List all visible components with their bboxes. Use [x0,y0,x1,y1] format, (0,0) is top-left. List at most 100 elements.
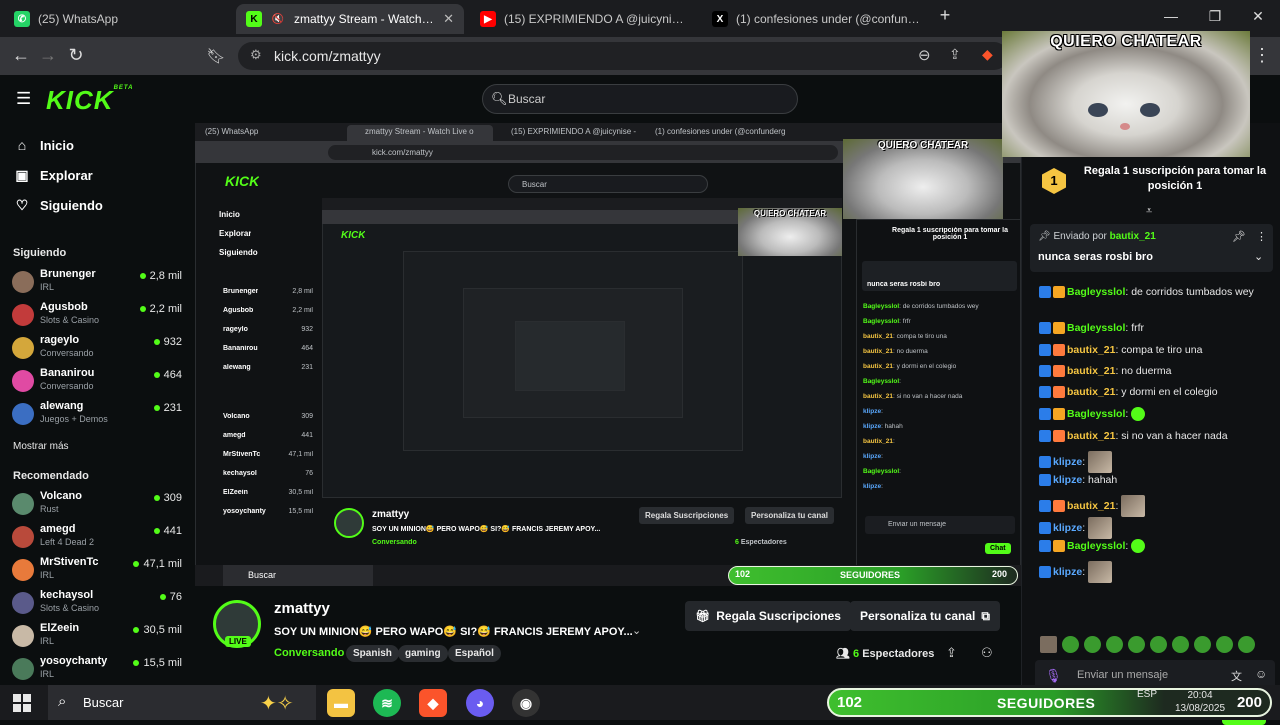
chat-message[interactable]: bautix_21: [1039,495,1275,517]
address-bar[interactable]: ⚙︎ kick.com/zmattyy ⊖ ⇪ ◆ [238,42,1008,70]
chevron-down-icon[interactable]: ⩡ [1146,205,1152,218]
chat-username[interactable]: klipze [1053,566,1082,578]
emote-icon[interactable] [1040,636,1057,653]
microphone-icon[interactable]: 🎙︎ [1045,668,1062,684]
collapse-chevron-icon[interactable]: ⌄ [1254,250,1263,263]
unpin-icon[interactable]: 📌︎ [1232,230,1246,243]
forward-arrow-icon[interactable]: → [36,45,60,66]
gift-subs-button[interactable]: 🎁︎ Regala Suscripciones [685,601,851,631]
emote-icon[interactable] [1062,636,1079,653]
recommended-channel[interactable]: kechaysol Slots & Casino 76 [12,588,182,618]
following-channel[interactable]: Bananirou Conversando 464 [12,366,182,396]
share-icon[interactable]: ⇪ [946,645,957,661]
site-info-icon[interactable]: ⚙︎ [250,47,262,63]
chat-username[interactable]: bautix_21 [1067,365,1115,377]
recommended-channel[interactable]: Volcano Rust 309 [12,489,182,519]
brave-shield-icon[interactable]: ◆ [982,46,993,63]
emote-icon[interactable] [1128,636,1145,653]
nav-siguiendo[interactable]: ♡ Siguiendo [14,197,103,214]
kick-logo[interactable]: KICKBETA [46,85,133,116]
chat-message[interactable]: Bagleysslol: [1039,539,1275,554]
chat-message[interactable]: klipze: [1039,561,1275,583]
chat-username[interactable]: klipze [1053,456,1082,468]
tab-whatsapp[interactable]: ✆ (25) WhatsApp [4,4,232,34]
minimize-icon[interactable]: — [1156,8,1186,24]
tab-youtube[interactable]: ▶ (15) EXPRIMIENDO A @juicynise - Yo [470,4,698,34]
tab-x[interactable]: X (1) confesiones under (@confunderg [702,4,930,34]
share-icon[interactable]: ⇪ [949,46,961,63]
tag-gaming[interactable]: gaming [398,645,448,662]
more-options-icon[interactable]: ⋮ [1256,230,1267,243]
emote-icon[interactable] [1172,636,1189,653]
language-indicator[interactable]: ESP [1137,689,1157,700]
tag-espanol[interactable]: Español [448,645,501,662]
emote-icon[interactable] [1238,636,1255,653]
system-clock[interactable]: 20:04 13/08/2025 [1170,689,1230,715]
emote-icon[interactable] [1194,636,1211,653]
following-channel[interactable]: Agusbob Slots & Casino 2,2 mil [12,300,182,330]
stream-category[interactable]: Conversando [274,647,344,659]
show-more-link[interactable]: Mostrar más [13,441,69,452]
tag-spanish[interactable]: Spanish [346,645,399,662]
chat-username[interactable]: bautix_21 [1067,386,1115,398]
close-window-icon[interactable]: ✕ [1243,8,1273,25]
chat-message[interactable]: bautix_21: y dormi en el colegio [1039,385,1275,399]
chat-message[interactable]: Bagleysslol: [1039,407,1275,422]
reload-icon[interactable]: ↻ [64,45,88,66]
recommended-channel[interactable]: ElZeein IRL 30,5 mil [12,621,182,651]
nav-inicio[interactable]: ⌂ Inicio [14,137,74,153]
chat-message[interactable]: Bagleysslol: frfr [1039,321,1275,335]
chat-username[interactable]: Bagleysslol [1067,322,1125,334]
new-tab-icon[interactable]: + [930,5,960,26]
following-channel[interactable]: alewang Juegos + Demos 231 [12,399,182,429]
chat-message[interactable]: bautix_21: si no van a hacer nada [1039,429,1275,443]
brave-browser-icon[interactable]: ◆ [419,689,447,717]
channel-name[interactable]: zmattyy [274,600,330,617]
spotify-icon[interactable]: ≋ [373,689,401,717]
chat-message[interactable]: klipze: [1039,451,1275,473]
muted-speaker-icon[interactable]: 🔇 [270,11,286,27]
emoji-icon[interactable]: ☺ [1255,667,1267,681]
customize-channel-button[interactable]: Personaliza tu canal ⧉ [850,601,1000,631]
windows-start-icon[interactable] [13,694,31,712]
back-arrow-icon[interactable]: ← [9,45,33,66]
chat-username[interactable]: bautix_21 [1067,430,1115,442]
chat-username[interactable]: bautix_21 [1067,344,1115,356]
taskbar-search[interactable]: ⌕ Buscar ✦✧ [48,685,316,720]
nav-explorar[interactable]: ▣ Explorar [14,167,92,184]
discord-icon[interactable]: ◕ [466,689,494,717]
chat-username[interactable]: klipze [1053,522,1082,534]
chat-message[interactable]: bautix_21: compa te tiro una [1039,343,1275,357]
zoom-icon[interactable]: ⊖ [918,46,931,64]
search-input[interactable]: 🔍︎ Buscar [482,84,798,114]
tab-kick-zmattyy[interactable]: K 🔇 zmattyy Stream - Watch Live o ✕ [236,4,464,34]
menu-dots-icon[interactable]: ⋮ [1250,45,1274,66]
chat-username[interactable]: bautix_21 [1067,500,1115,512]
file-explorer-icon[interactable]: ▬ [327,689,355,717]
close-tab-icon[interactable]: ✕ [443,11,454,27]
translate-icon[interactable]: 文 [1231,668,1242,684]
chat-message[interactable]: Bagleysslol: de corridos tumbados wey [1039,285,1275,299]
follow-icon[interactable]: ⚇ [981,645,993,661]
pinned-message[interactable]: 📌︎ Enviado por bautix_21 nunca seras ros… [1030,224,1273,272]
following-channel[interactable]: Brunenger IRL 2,8 mil [12,267,182,297]
gift-leaderboard[interactable]: 1 Regala 1 suscripción para tomar la pos… [1022,158,1280,212]
emote-icon[interactable] [1216,636,1233,653]
chat-username[interactable]: Bagleysslol [1067,286,1125,298]
recommended-channel[interactable]: amegd Left 4 Dead 2 441 [12,522,182,552]
recommended-channel[interactable]: yosoychanty IRL 15,5 mil [12,654,182,684]
maximize-icon[interactable]: ❐ [1200,8,1230,25]
chevron-down-icon[interactable]: ⌄ [632,624,641,637]
video-player[interactable]: (25) WhatsApp zmattyy Stream - Watch Liv… [195,123,1021,586]
emote-icon[interactable] [1150,636,1167,653]
chat-message[interactable]: klipze: hahah [1039,473,1275,487]
emote-icon[interactable] [1084,636,1101,653]
chat-message[interactable]: klipze: [1039,517,1275,539]
chat-message[interactable]: bautix_21: no duerma [1039,364,1275,378]
emote-icon[interactable] [1106,636,1123,653]
chat-username[interactable]: Bagleysslol [1067,540,1125,552]
bookmark-icon[interactable]: 🔖︎ [204,47,228,65]
obs-icon[interactable]: ◉ [512,689,540,717]
hamburger-menu-icon[interactable]: ☰ [16,89,31,109]
recommended-channel[interactable]: MrStivenTc IRL 47,1 mil [12,555,182,585]
